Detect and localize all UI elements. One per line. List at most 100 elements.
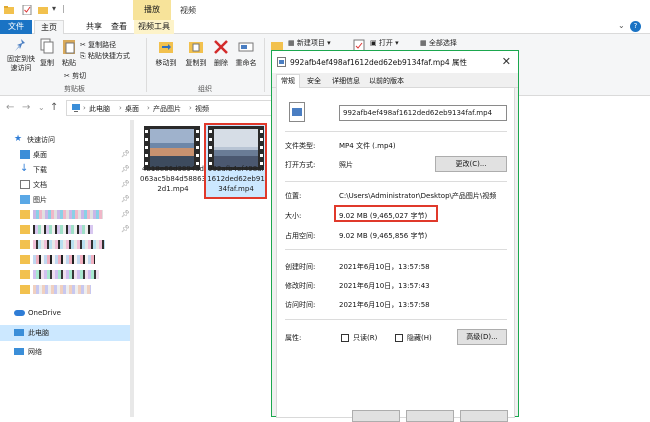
tab-general[interactable]: 常规 [276,74,300,89]
tab-home[interactable]: 主页 [34,20,64,34]
nav-desktop[interactable]: 桌面 📌︎ [0,147,134,163]
organize-group-label: 组织 [198,85,212,93]
help-icon[interactable]: ? [630,21,641,32]
nav-this-pc[interactable]: 此电脑 [0,325,134,341]
pin-icon[interactable]: 📌︎ [121,225,130,233]
delete-icon [214,40,228,54]
created-value: 2021年6月10日，13:57:58 [339,263,430,271]
qa-dropdown-icon[interactable]: ▾ [52,4,56,13]
folder-icon [20,225,30,234]
pixelated-label [33,210,103,219]
tab-previous-versions[interactable]: 以前的版本 [365,75,408,88]
pixelated-label [33,255,95,264]
copy-path-label: 复制路径 [88,41,117,49]
nav-redacted-folder[interactable] [0,267,134,283]
nav-redacted-folder[interactable] [0,252,134,268]
select-all-label: 全部选择 [428,39,457,47]
pin-icon[interactable]: 📌︎ [121,180,130,188]
apply-button[interactable] [460,410,508,422]
breadcrumb-desktop[interactable]: 桌面 [125,104,139,114]
forward-icon[interactable]: → [22,102,30,113]
new-folder-icon[interactable] [38,5,48,15]
pc-icon [14,329,24,336]
tab-share[interactable]: 共享 [82,20,106,34]
pin-icon[interactable]: 📌︎ [121,195,130,203]
back-icon[interactable]: ← [6,102,14,113]
opens-with-value: 照片 [339,161,353,169]
copy-to-button[interactable]: 复制到 [182,38,210,68]
advanced-button[interactable]: 高级(D)... [457,329,507,345]
folder-icon [20,285,30,294]
hidden-checkbox[interactable] [395,334,403,342]
divider [285,131,507,132]
pin-icon[interactable]: 📌︎ [121,165,130,173]
nav-documents[interactable]: 文档 📌︎ [0,177,134,193]
close-icon[interactable]: ✕ [502,55,511,68]
nav-onedrive[interactable]: OneDrive [0,306,134,322]
ribbon-controls: ⌄ ? [618,21,642,33]
properties-icon[interactable] [22,4,32,16]
copy-button[interactable]: 复制 [38,38,56,68]
rename-label: 重命名 [235,59,257,67]
nav-quick-access[interactable]: ★ 快速访问 [0,132,134,148]
move-to-button[interactable]: 移动到 [152,38,180,68]
hidden-label: 隐藏(H) [407,334,432,342]
paste-button[interactable]: 粘贴 [60,38,78,68]
ok-button[interactable] [352,410,400,422]
cancel-button[interactable] [406,410,454,422]
tab-file[interactable]: 文件 [0,20,32,34]
nav-redacted-folder[interactable] [0,237,134,253]
general-panel: 992afb4ef498af1612ded62eb9134faf.mp4 文件类… [276,88,515,418]
cut-button[interactable]: ✂ 剪切 [64,71,86,81]
readonly-checkbox[interactable] [341,334,349,342]
context-tab-play[interactable]: 播放 [133,0,171,20]
pin-icon [15,39,25,51]
file-name-selected[interactable]: 992afb4ef498af1612ded62eb9134faf.mp4 [206,164,266,194]
pixelated-label [33,225,93,234]
up-icon[interactable]: ↑ [50,102,58,113]
clipboard-group-label: 剪贴板 [64,85,85,93]
tab-video-tools[interactable]: 视频工具 [134,20,174,34]
change-button[interactable]: 更改(C)... [435,156,507,172]
nav-downloads[interactable]: ↓ 下载 📌︎ [0,162,134,178]
paste-label: 粘贴 [62,59,76,67]
rename-button[interactable]: 重命名 [234,38,258,68]
recent-dropdown-icon[interactable]: ⌄ [38,103,45,112]
paste-shortcut-button[interactable]: ⎘ 粘贴快捷方式 [80,51,130,61]
tab-view[interactable]: 查看 [107,20,131,34]
select-all-button[interactable]: ▦ 全部选择 [420,38,457,48]
chevron-down-icon[interactable]: ⌄ [618,21,625,30]
nav-redacted-folder[interactable]: 📌︎ [0,207,134,223]
open-button[interactable]: ▣ 打开 ▾ [370,38,399,48]
new-item-button[interactable]: ▦ 新建项目 ▾ [288,38,331,48]
location-value: C:\Users\Administrator\Desktop\产品图片\视频 [339,192,497,200]
nav-redacted-folder[interactable]: 📌︎ [0,222,134,238]
pin-quick-access-button[interactable]: 固定到快 速访问 [4,38,38,73]
pin-icon[interactable]: 📌︎ [121,210,130,218]
nav-pictures-label: 图片 [33,196,47,204]
nav-pictures[interactable]: 图片 📌︎ [0,192,134,208]
address-box[interactable]: › 此电脑 › 桌面 › 产品图片 › 视频 [66,100,276,116]
delete-label: 删除 [214,59,228,67]
location-label: 位置: [285,192,302,200]
nav-desktop-label: 桌面 [33,151,47,159]
breadcrumb-this-pc[interactable]: 此电脑 [89,104,110,114]
nav-redacted-folder[interactable] [0,282,134,298]
tab-details[interactable]: 详细信息 [328,75,364,88]
pin-icon[interactable]: 📌︎ [121,150,130,158]
dialog-tabs: 常规 安全 详细信息 以前的版本 [272,73,518,89]
file-icon [277,57,286,69]
tab-security[interactable]: 安全 [303,75,325,88]
cut-label: 剪切 [72,72,87,80]
filename-input[interactable]: 992afb4ef498af1612ded62eb9134faf.mp4 [339,105,507,121]
breadcrumb-product-images[interactable]: 产品图片 [153,104,181,114]
nav-downloads-label: 下载 [33,166,47,174]
folder-icon [20,255,30,264]
file-list: 4b18e66d3894ad063ac5b84d588632d1.mp4 992… [134,120,272,417]
file-name[interactable]: 4b18e66d3894ad063ac5b84d588632d1.mp4 [140,164,206,194]
copy-path-button[interactable]: ✂ 复制路径 [80,40,116,50]
nav-network[interactable]: 网络 [0,344,134,360]
delete-button[interactable]: 删除 [212,38,230,68]
pixelated-label [33,285,91,294]
breadcrumb-video[interactable]: 视频 [195,104,209,114]
